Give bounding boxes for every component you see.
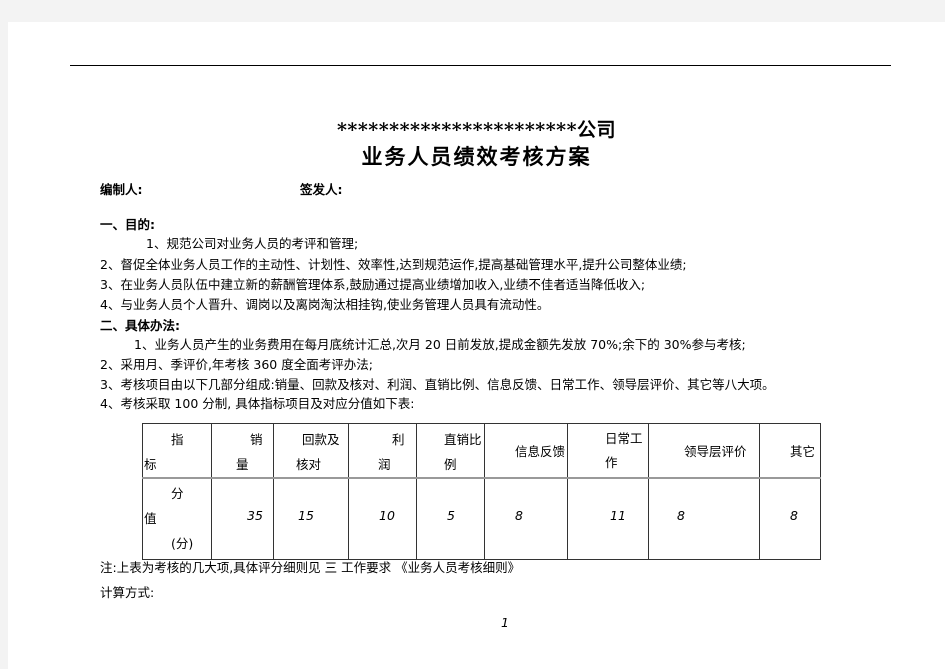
header-text: 利 xyxy=(392,432,405,447)
row-label-bottom: (分) xyxy=(171,536,194,551)
score-value: 8 xyxy=(677,508,685,523)
table-note: 注:上表为考核的几大项,具体评分细则见 三 工作要求 《业务人员考核细则》 xyxy=(100,560,521,575)
header-label-cell: 指 标 xyxy=(142,423,212,479)
section-methods-heading: 二、具体办法: xyxy=(100,318,180,333)
document-page: ***********************公司 业务人员绩效考核方案 编制人… xyxy=(8,22,945,669)
header-text: 例 xyxy=(444,457,457,472)
score-value: 8 xyxy=(515,508,523,523)
score-cell: 8 xyxy=(648,477,760,560)
document-title: 业务人员绩效考核方案 xyxy=(361,144,592,169)
header-text: 润 xyxy=(378,457,391,472)
score-value: 8 xyxy=(790,508,798,523)
header-text: 领导层评价 xyxy=(684,444,747,459)
score-cell: 10 xyxy=(348,477,417,560)
header-rule xyxy=(70,65,891,66)
header-cell: 直销比 例 xyxy=(416,423,485,479)
header-text: 核对 xyxy=(296,457,322,472)
score-value: 10 xyxy=(379,508,395,523)
score-value: 35 xyxy=(247,508,263,523)
header-text: 日常工 xyxy=(605,431,643,446)
section-purpose-heading: 一、目的: xyxy=(100,217,155,232)
score-cell: 35 xyxy=(211,477,274,560)
score-cell: 15 xyxy=(273,477,349,560)
score-table: 指 标 销 量 回款及 核对 利 润 直销比 例 信息反馈 日常工 作 领导层评… xyxy=(142,423,821,560)
score-value: 5 xyxy=(447,508,455,523)
header-cell: 利 润 xyxy=(348,423,417,479)
method-item: 4、考核采取 100 分制, 具体指标项目及对应分值如下表: xyxy=(100,396,415,411)
header-cell: 回款及 核对 xyxy=(273,423,349,479)
score-cell: 8 xyxy=(484,477,568,560)
score-cell: 5 xyxy=(416,477,485,560)
header-cell: 其它 xyxy=(759,423,821,479)
row-label-top: 分 xyxy=(171,486,184,501)
row-label-mid: 值 xyxy=(144,511,157,526)
table-score-row: 分 值 (分) 35 15 10 5 8 11 8 8 xyxy=(142,477,821,560)
header-text: 销 xyxy=(250,432,263,447)
method-item: 2、采用月、季评价,年考核 360 度全面考评办法; xyxy=(100,357,373,372)
purpose-item: 3、在业务人员队伍中建立新的薪酬管理体系,鼓励通过提高业绩增加收入,业绩不佳者适… xyxy=(100,277,646,292)
header-cell: 领导层评价 xyxy=(648,423,760,479)
prepared-by-label: 编制人: xyxy=(100,182,143,197)
issued-by-label: 签发人: xyxy=(300,182,343,197)
header-cell: 信息反馈 xyxy=(484,423,568,479)
score-value: 11 xyxy=(610,508,626,523)
header-label-top: 指 xyxy=(171,432,184,447)
score-cell: 8 xyxy=(759,477,821,560)
score-cell: 11 xyxy=(567,477,649,560)
purpose-item: 2、督促全体业务人员工作的主动性、计划性、效率性,达到规范运作,提高基础管理水平… xyxy=(100,257,687,272)
header-text: 信息反馈 xyxy=(515,444,566,459)
purpose-item: 1、规范公司对业务人员的考评和管理; xyxy=(146,236,359,251)
header-text: 其它 xyxy=(790,444,816,459)
header-text: 量 xyxy=(236,457,249,472)
header-text: 回款及 xyxy=(302,432,340,447)
method-item: 1、业务人员产生的业务费用在每月底统计汇总,次月 20 日前发放,提成金额先发放… xyxy=(134,337,746,352)
header-cell: 销 量 xyxy=(211,423,274,479)
header-label-bottom: 标 xyxy=(144,457,157,472)
purpose-item: 4、与业务人员个人晋升、调岗以及离岗淘汰相挂钩,使业务管理人员具有流动性。 xyxy=(100,297,550,312)
score-value: 15 xyxy=(298,508,314,523)
calc-method-label: 计算方式: xyxy=(100,585,155,600)
company-title: ***********************公司 xyxy=(336,119,617,141)
method-item: 3、考核项目由以下几部分组成:销量、回款及核对、利润、直销比例、信息反馈、日常工… xyxy=(100,377,775,392)
header-cell: 日常工 作 xyxy=(567,423,649,479)
header-text: 直销比 xyxy=(444,432,482,447)
table-header-row: 指 标 销 量 回款及 核对 利 润 直销比 例 信息反馈 日常工 作 领导层评… xyxy=(142,423,821,479)
page-number: 1 xyxy=(501,615,509,630)
header-text: 作 xyxy=(605,455,618,470)
row-label-cell: 分 值 (分) xyxy=(142,477,212,560)
